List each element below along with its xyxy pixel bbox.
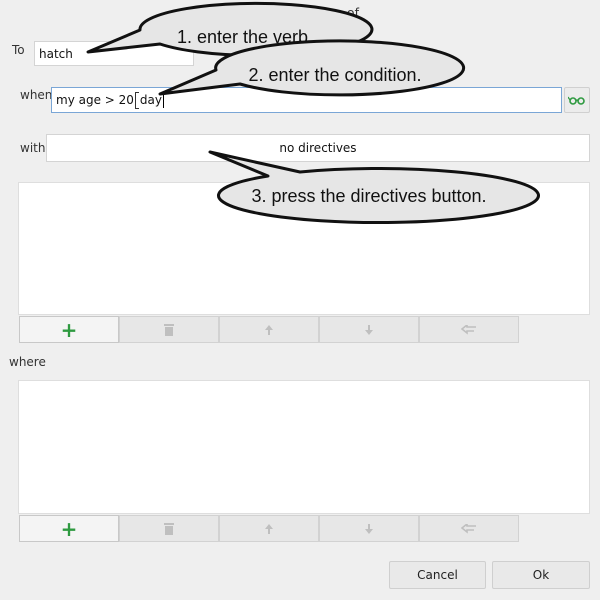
callout-bubble-3 xyxy=(208,150,540,225)
callout-text-3: 3. press the directives button. xyxy=(251,185,487,206)
